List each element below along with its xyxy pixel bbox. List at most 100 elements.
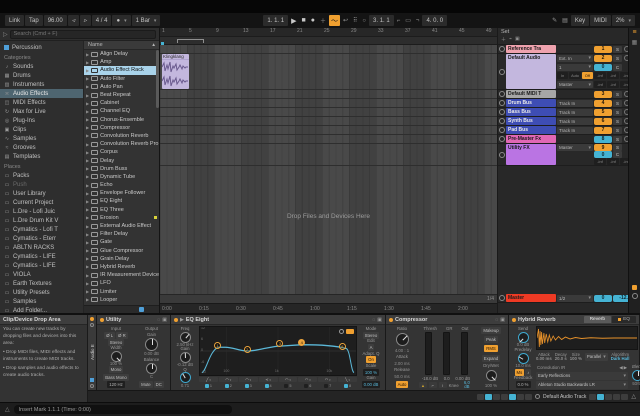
sidebar-category-item[interactable]: ▦ Drums xyxy=(0,71,83,80)
overdub-button[interactable]: ＋ xyxy=(318,15,328,26)
input-routing-chooser[interactable]: Track In xyxy=(557,127,593,134)
sidebar-place-item[interactable]: ▭ Push xyxy=(0,180,83,189)
hotswap-icon[interactable]: ◌ xyxy=(157,317,160,323)
sidebar-place-item[interactable]: ▭ L.Dre - Lofi Juic xyxy=(0,207,83,216)
band-checkbox[interactable] xyxy=(324,384,328,388)
ratio-knob[interactable] xyxy=(396,333,409,346)
activity-view-icon[interactable]: ≀ xyxy=(439,382,447,388)
expand-arrow-icon[interactable]: ▶ xyxy=(86,264,89,269)
device-list-item[interactable]: ▶ IR Measurement Device xyxy=(84,271,159,279)
devices-view-icon[interactable] xyxy=(90,384,94,388)
track-fold-icon[interactable] xyxy=(498,90,506,98)
sidebar-category-item[interactable]: ↻ Max for Live xyxy=(0,107,83,116)
sidebar-place-item[interactable]: ▭ Add Folder... xyxy=(0,306,83,313)
sidebar-category-item[interactable]: ▥ Instruments xyxy=(0,80,83,89)
add-track-icon[interactable]: ＋ xyxy=(501,36,506,43)
expand-button[interactable]: Expand xyxy=(482,355,501,362)
expand-arrow-icon[interactable]: ▶ xyxy=(86,158,89,163)
browser-collapse-icon[interactable]: ▷ xyxy=(3,31,8,38)
save-preset-icon[interactable]: ▣ xyxy=(377,317,382,323)
expand-arrow-icon[interactable]: ▶ xyxy=(86,256,89,261)
device-list-item[interactable]: ▶ Chorus-Ensemble xyxy=(84,116,159,124)
track-fold-icon[interactable] xyxy=(498,99,506,107)
track-header-utility-fx[interactable]: Utility FX Master 9 S 0 C -inf xyxy=(498,144,628,166)
sidebar-place-item[interactable]: ▭ Packs xyxy=(0,171,83,180)
expand-arrow-icon[interactable]: ▶ xyxy=(86,297,89,302)
device-on-led[interactable] xyxy=(512,318,516,322)
bass-mono-button[interactable]: Bass Mono xyxy=(103,374,129,381)
sidebar-place-item[interactable]: ▭ ABLTN RACKS xyxy=(0,243,83,252)
device-list-item[interactable]: ▶ Glue Compressor xyxy=(84,247,159,255)
expand-arrow-icon[interactable]: ▶ xyxy=(86,142,89,147)
automation-arm-button[interactable]: 〜 xyxy=(329,15,340,26)
track-meter[interactable]: 8 xyxy=(594,136,612,143)
pan-control[interactable]: 0 xyxy=(594,151,612,158)
draw-mode-button[interactable]: ✎ xyxy=(550,15,559,26)
sidebar-place-item[interactable]: ▭ Cymatics - Lofi T xyxy=(0,225,83,234)
track-name[interactable]: Drum Bus xyxy=(506,99,556,107)
track-fold-icon[interactable] xyxy=(498,135,506,143)
scrub-area[interactable] xyxy=(160,37,497,45)
input-routing-chooser[interactable]: Track In xyxy=(557,118,593,125)
device-list-item[interactable]: ▶ Auto Filter xyxy=(84,75,159,83)
auto-release-button[interactable]: Auto xyxy=(396,381,409,388)
solo-button[interactable]: S xyxy=(613,144,622,151)
expand-arrow-icon[interactable]: ▶ xyxy=(86,93,89,98)
track-name[interactable]: Utility FX xyxy=(506,144,556,165)
filter-type-chooser[interactable]: ≺ xyxy=(259,377,278,382)
band-checkbox[interactable] xyxy=(284,384,288,388)
size-field[interactable]: 100 % xyxy=(570,357,582,361)
beat-time-ruler[interactable]: 15913172125293337414549 xyxy=(160,28,497,37)
key-map-button[interactable]: Key xyxy=(571,15,589,26)
sidebar-category-item[interactable]: ≍ Audio Effects xyxy=(0,89,83,98)
send-value[interactable]: -inf xyxy=(594,158,606,165)
expand-arrow-icon[interactable]: ▶ xyxy=(86,215,89,220)
pan-control[interactable]: 0 xyxy=(594,295,612,302)
track-header-bass-bus[interactable]: Bass Bus Track In 5 S xyxy=(498,108,628,117)
sidebar-place-item[interactable]: ▭ L.Dre Drum Kit V xyxy=(0,216,83,225)
search-input[interactable] xyxy=(10,30,156,39)
gain-knob[interactable] xyxy=(180,352,191,363)
status-warning-icon[interactable]: △ xyxy=(5,406,10,413)
nudge-down-button[interactable]: ◃ xyxy=(68,15,79,26)
device-list-item[interactable]: ▶ Delay xyxy=(84,156,159,164)
track-fold-icon[interactable] xyxy=(498,126,506,134)
computer-midi-keyboard-button[interactable]: ▤ xyxy=(560,15,570,26)
device-list-item[interactable]: ▶ Channel EQ xyxy=(84,107,159,115)
hotswap-icon[interactable]: ◌ xyxy=(495,317,498,323)
sidebar-category-item[interactable]: ▤ Templates xyxy=(0,152,83,161)
send-value[interactable]: -inf xyxy=(607,158,619,165)
device-list-item[interactable]: ▶ Drum Buss xyxy=(84,165,159,173)
tab-reverb[interactable]: Reverb xyxy=(584,316,611,323)
device-list-item[interactable]: ▶ Echo xyxy=(84,181,159,189)
expand-arrow-icon[interactable]: ▶ xyxy=(86,199,89,204)
menu-icon[interactable]: ≡ xyxy=(632,30,636,36)
arrangement-position-field[interactable]: 1. 1. 1 xyxy=(263,15,288,26)
solo-button[interactable]: S xyxy=(613,55,622,62)
warning-icon[interactable]: △ xyxy=(631,393,636,400)
collapsed-view-icon[interactable]: ▲ xyxy=(419,382,427,388)
punch-in-button[interactable]: ⌐ xyxy=(395,15,403,26)
midi-map-button[interactable]: MIDI xyxy=(590,15,611,26)
band-activator[interactable]: 1 xyxy=(199,383,218,388)
mute-button[interactable]: Mute xyxy=(139,381,153,388)
device-on-led[interactable] xyxy=(100,318,104,322)
save-preset-icon[interactable]: ▣ xyxy=(500,317,505,323)
track-header-drum-bus[interactable]: Drum Bus Track In 4 S xyxy=(498,99,628,108)
mono-button[interactable]: Mono xyxy=(109,366,124,373)
device-list-item[interactable]: ▶ Erosion xyxy=(84,214,159,222)
makeup-button[interactable]: Makeup xyxy=(481,327,500,334)
rms-button[interactable]: RMS xyxy=(484,345,498,352)
lane-synth-bus[interactable] xyxy=(160,117,497,126)
band-activator[interactable]: 5 xyxy=(279,383,298,388)
bass-mono-freq[interactable]: 120 Hz xyxy=(107,381,125,388)
sidebar-place-item[interactable]: ▭ User Library xyxy=(0,189,83,198)
track-fold-icon[interactable] xyxy=(498,144,506,165)
solo-button[interactable]: S xyxy=(613,127,622,134)
loop-brace[interactable] xyxy=(177,39,204,43)
expand-arrow-icon[interactable]: ▶ xyxy=(86,117,89,122)
pan-control[interactable]: 0 xyxy=(594,64,612,71)
save-preset-icon[interactable]: ▣ xyxy=(162,317,167,323)
master-output-chooser[interactable]: 1/2 xyxy=(557,295,593,302)
expand-arrow-icon[interactable]: ▶ xyxy=(86,273,89,278)
